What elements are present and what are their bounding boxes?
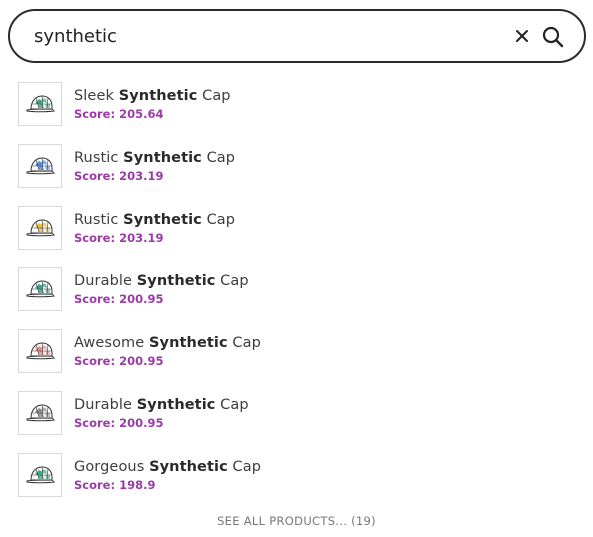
product-thumbnail xyxy=(18,205,62,250)
result-score: Score: 198.9 xyxy=(74,477,156,492)
search-input[interactable] xyxy=(34,11,474,61)
result-title-prefix: Durable xyxy=(74,396,137,413)
result-title: Durable Synthetic Cap xyxy=(74,273,249,289)
result-title-prefix: Awesome xyxy=(74,335,149,352)
product-thumbnail xyxy=(18,452,62,497)
result-title: Durable Synthetic Cap xyxy=(74,397,249,413)
result-title-prefix: Rustic xyxy=(74,149,124,166)
result-title-prefix: Durable xyxy=(74,273,137,290)
product-thumbnail xyxy=(18,329,62,374)
clear-button[interactable] xyxy=(510,24,534,48)
result-title-match: Synthetic xyxy=(123,149,202,166)
result-title-suffix: Cap xyxy=(227,458,262,475)
result-title-prefix: Sleek xyxy=(74,88,119,104)
cap-icon xyxy=(26,280,56,298)
result-score: Score: 203.19 xyxy=(74,168,164,183)
results-list: Sleek Synthetic Cap Score: 205.64 Rustic S… xyxy=(18,82,578,515)
result-item[interactable]: Rustic Synthetic Cap Score: 203.19 xyxy=(18,143,578,190)
search-button[interactable] xyxy=(540,24,566,50)
result-title-match: Synthetic xyxy=(149,458,228,475)
result-item[interactable]: Gorgeous Synthetic Cap Score: 198.9 xyxy=(18,452,578,499)
result-title-match: Synthetic xyxy=(136,273,216,290)
product-thumbnail xyxy=(18,82,62,126)
cap-icon xyxy=(26,157,56,175)
result-item[interactable]: Awesome Synthetic Cap Score: 200.95 xyxy=(18,329,578,375)
search-icon xyxy=(542,26,564,48)
product-thumbnail xyxy=(18,267,62,312)
cap-icon xyxy=(26,404,56,422)
result-title-suffix: Cap xyxy=(227,335,261,352)
result-score: Score: 205.64 xyxy=(74,107,164,121)
product-thumbnail xyxy=(18,390,62,435)
cap-icon xyxy=(26,95,56,113)
result-title-suffix: Cap xyxy=(215,273,249,290)
product-thumbnail xyxy=(18,143,62,188)
close-icon xyxy=(516,30,528,42)
cap-icon xyxy=(26,342,56,360)
result-item[interactable]: Durable Synthetic Cap Score: 200.95 xyxy=(18,390,578,437)
result-title-match: Synthetic xyxy=(149,335,228,352)
result-item[interactable]: Durable Synthetic Cap Score: 200.95 xyxy=(18,267,578,313)
search-box[interactable] xyxy=(8,9,586,63)
result-title-suffix: Cap xyxy=(201,149,236,166)
result-score: Score: 200.95 xyxy=(74,354,164,369)
result-title-match: Synthetic xyxy=(123,211,202,228)
result-title-prefix: Gorgeous xyxy=(74,458,150,475)
result-score: Score: 200.95 xyxy=(74,292,164,307)
result-title: Awesome Synthetic Cap xyxy=(74,335,261,351)
result-title: Gorgeous Synthetic Cap xyxy=(74,459,261,475)
result-item[interactable]: Sleek Synthetic Cap Score: 205.64 xyxy=(18,82,578,128)
result-title-suffix: Cap xyxy=(215,396,249,413)
result-item[interactable]: Rustic Synthetic Cap Score: 203.19 xyxy=(18,205,578,252)
result-score: Score: 200.95 xyxy=(74,415,164,430)
see-all-products-link[interactable]: SEE ALL PRODUCTS... (19) xyxy=(0,514,593,528)
result-title-suffix: Cap xyxy=(197,88,231,104)
cap-icon xyxy=(26,466,56,484)
cap-icon xyxy=(26,219,56,236)
result-title: Rustic Synthetic Cap xyxy=(74,212,235,228)
result-title-match: Synthetic xyxy=(136,396,216,413)
result-title-match: Synthetic xyxy=(118,88,198,104)
result-title-prefix: Rustic xyxy=(74,211,124,228)
result-score: Score: 203.19 xyxy=(74,230,164,245)
result-title-suffix: Cap xyxy=(201,211,236,228)
result-title: Rustic Synthetic Cap xyxy=(74,150,235,166)
result-title: Sleek Synthetic Cap xyxy=(74,88,231,104)
